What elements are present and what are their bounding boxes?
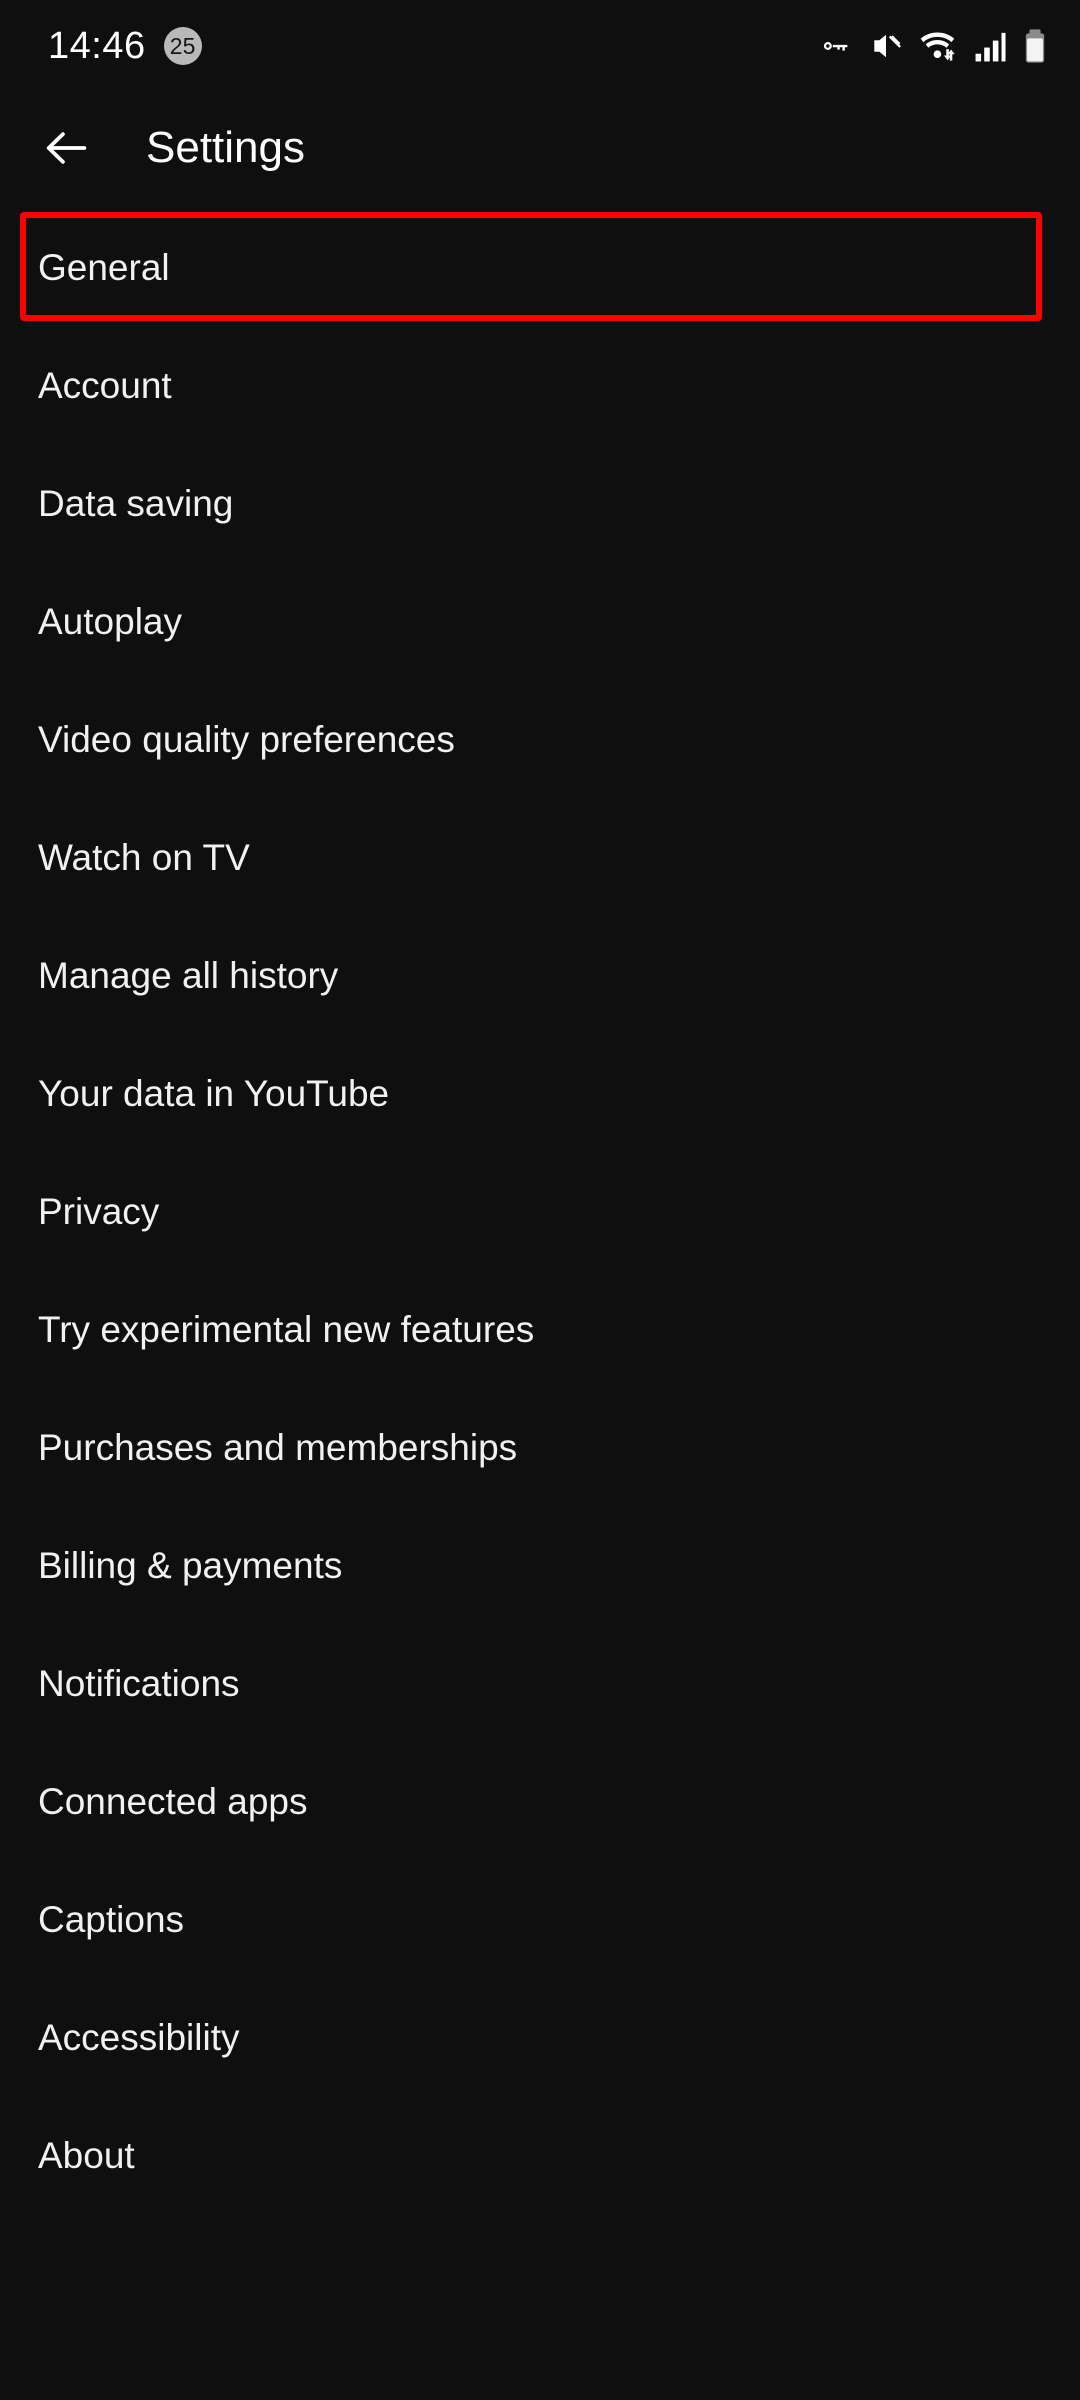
status-bar-right [816,0,1048,92]
settings-row-autoplay[interactable]: Autoplay [0,562,1080,680]
settings-row-data-saving[interactable]: Data saving [0,444,1080,562]
settings-row-watch-on-tv[interactable]: Watch on TV [0,798,1080,916]
settings-row-label: Video quality preferences [38,718,455,760]
settings-row-label: General [38,246,170,288]
settings-row-label: Connected apps [38,1780,308,1822]
settings-row-label: About [38,2134,135,2176]
settings-row-label: Your data in YouTube [38,1072,390,1114]
settings-row-purchases-and-memberships[interactable]: Purchases and memberships [0,1388,1080,1506]
settings-list: General Account Data saving Autoplay Video q… [0,208,1080,2214]
settings-row-general[interactable]: General [0,208,1080,326]
settings-row-try-experimental-new-features[interactable]: Try experimental new features [0,1270,1080,1388]
settings-row-label: Account [38,364,172,406]
settings-row-your-data-in-youtube[interactable]: Your data in YouTube [0,1034,1080,1152]
status-bar-clock: 14:46 [48,25,146,67]
volume-muted-icon [868,28,904,64]
settings-row-captions[interactable]: Captions [0,1860,1080,1978]
settings-row-label: Notifications [38,1662,240,1704]
settings-row-label: Try experimental new features [38,1308,535,1350]
vpn-key-icon [816,27,854,65]
settings-row-privacy[interactable]: Privacy [0,1152,1080,1270]
notification-count-badge: 25 [163,27,202,65]
settings-row-label: Watch on TV [38,836,250,878]
settings-row-label: Accessibility [38,2016,240,2058]
cellular-signal-icon [974,27,1008,65]
settings-row-accessibility[interactable]: Accessibility [0,1978,1080,2096]
settings-row-video-quality-preferences[interactable]: Video quality preferences [0,680,1080,798]
settings-row-connected-apps[interactable]: Connected apps [0,1742,1080,1860]
settings-row-account[interactable]: Account [0,326,1080,444]
phone-screen: 14:46 25 Settings General Account Data s… [0,0,1080,2400]
settings-row-notifications[interactable]: Notifications [0,1624,1080,1742]
wifi-data-transfer-icon [918,27,960,65]
page-title: Settings [146,123,305,172]
settings-row-label: Data saving [38,482,234,524]
settings-row-manage-all-history[interactable]: Manage all history [0,916,1080,1034]
settings-row-about[interactable]: About [0,2096,1080,2214]
status-bar: 14:46 25 [0,0,1080,92]
settings-row-label: Autoplay [38,600,182,642]
settings-row-label: Purchases and memberships [38,1426,518,1468]
settings-row-label: Captions [38,1898,185,1940]
battery-full-icon [1022,27,1048,65]
status-bar-left: 14:46 25 [48,0,202,92]
settings-row-label: Billing & payments [38,1544,343,1586]
settings-row-label: Manage all history [38,954,339,996]
settings-row-billing-payments[interactable]: Billing & payments [0,1506,1080,1624]
settings-row-label: Privacy [38,1190,160,1232]
app-bar: Settings [0,92,1080,204]
back-arrow-icon[interactable] [18,100,114,196]
